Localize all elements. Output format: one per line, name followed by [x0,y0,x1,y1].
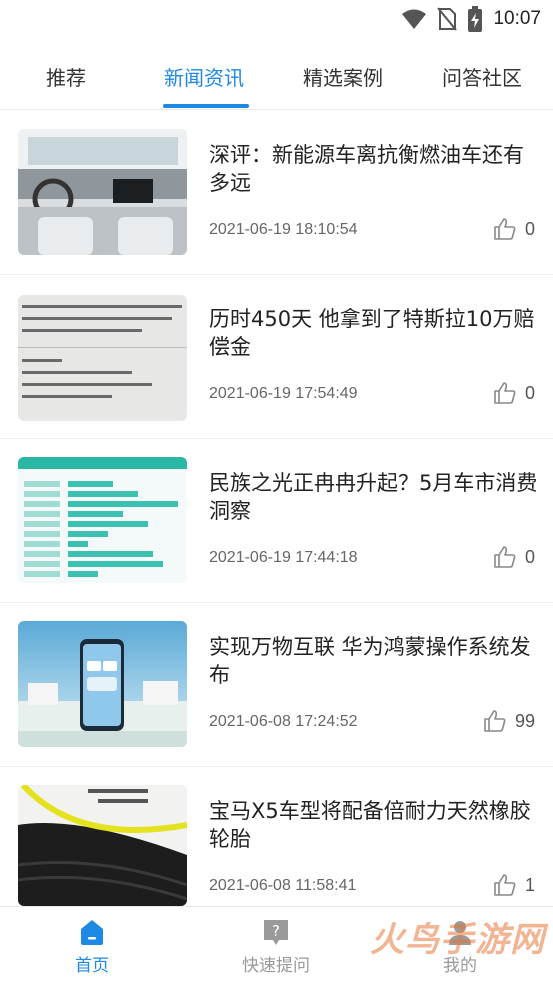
news-item[interactable]: 实现万物互联 华为鸿蒙操作系统发布 2021-06-08 17:24:52 99 [0,603,553,767]
tab-cases[interactable]: 精选案例 [303,48,383,110]
like-button[interactable]: 1 [493,873,535,897]
no-sim-icon [437,7,458,31]
news-date: 2021-06-08 11:58:41 [209,877,357,894]
news-thumbnail [18,785,187,906]
news-item[interactable]: 历时450天 他拿到了特斯拉10万赔偿金 2021-06-19 17:54:49… [0,275,553,439]
news-title: 历时450天 他拿到了特斯拉10万赔偿金 [209,307,535,359]
tab-qa-community[interactable]: 问答社区 [442,48,522,110]
news-title: 宝马X5车型将配备倍耐力天然橡胶轮胎 [209,799,531,851]
svg-text:?: ? [272,922,280,940]
status-bar: 10:07 [0,0,553,40]
thumbs-up-icon [484,710,506,732]
like-count: 0 [524,218,535,239]
category-tabs: 推荐 新闻资讯 精选案例 问答社区 [0,48,553,110]
news-thumbnail [18,295,187,421]
nav-home[interactable]: 首页 [37,917,147,976]
news-date: 2021-06-19 17:44:18 [209,549,358,566]
news-thumbnail [18,621,187,747]
nav-quick-question-label: 快速提问 [242,956,310,976]
tab-news[interactable]: 新闻资讯 [164,48,244,110]
nav-home-label: 首页 [75,956,109,976]
like-button[interactable]: 0 [493,381,535,405]
battery-charging-icon [468,6,483,32]
news-thumbnail [18,129,187,255]
status-icons: 10:07 [401,6,541,32]
nav-quick-question[interactable]: ? 快速提问 [221,917,331,976]
news-date: 2021-06-19 18:10:54 [209,221,358,238]
news-date: 2021-06-19 17:54:49 [209,385,358,402]
like-count: 0 [524,382,535,403]
like-count: 1 [524,874,535,895]
question-icon: ? [264,920,288,945]
like-button[interactable]: 0 [493,545,535,569]
wifi-icon [402,9,427,29]
thumbs-up-icon [494,382,516,404]
like-count: 0 [524,546,535,567]
news-date: 2021-06-08 17:24:52 [209,713,358,730]
thumbs-up-icon [494,546,516,568]
news-title: 深评：新能源车离抗衡燃油车还有多远 [209,143,524,195]
thumbs-up-icon [494,218,516,240]
like-button[interactable]: 99 [483,709,535,733]
news-title: 民族之光正冉冉升起？5月车市消费洞察 [209,471,538,523]
active-tab-indicator [163,104,249,108]
news-item[interactable]: 民族之光正冉冉升起？5月车市消费洞察 2021-06-19 17:44:18 0 [0,439,553,603]
thumbs-up-icon [494,874,516,896]
status-time: 10:07 [493,8,541,29]
like-count: 99 [514,710,535,731]
watermark-logo: 火鸟手游网 [370,920,545,960]
news-thumbnail [18,457,187,583]
tab-recommend[interactable]: 推荐 [46,48,86,110]
home-icon [81,920,103,945]
news-item[interactable]: 深评：新能源车离抗衡燃油车还有多远 2021-06-19 18:10:54 0 [0,111,553,275]
like-button[interactable]: 0 [493,217,535,241]
news-title: 实现万物互联 华为鸿蒙操作系统发布 [209,635,531,687]
